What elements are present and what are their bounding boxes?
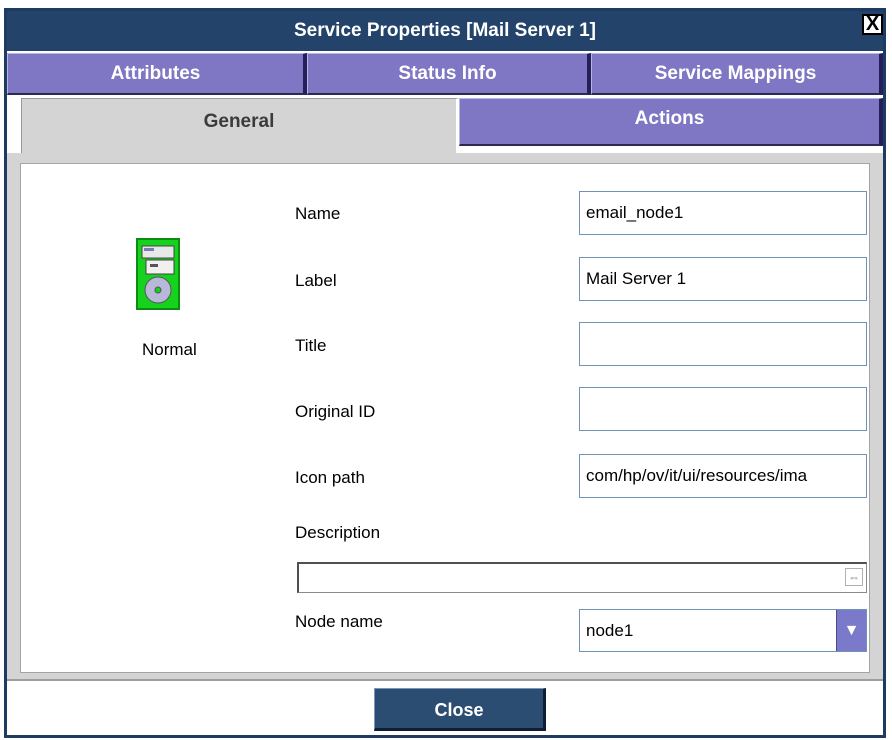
description-field[interactable]: ⇔ [297,562,867,593]
label-field[interactable]: Mail Server 1 [579,257,867,301]
title-field[interactable] [579,322,867,366]
service-properties-dialog: Service Properties [Mail Server 1] X Att… [4,8,886,738]
expand-icon[interactable]: ⇔ [845,568,863,586]
footer-divider [7,679,883,681]
name-field[interactable]: email_node1 [579,191,867,235]
status-label: Normal [142,340,197,359]
node-name-label: Node name [295,612,383,631]
tab-status-info[interactable]: Status Info [307,53,591,95]
dialog-title: Service Properties [Mail Server 1] [293,20,597,41]
label-label: Label [295,271,337,290]
dialog-titlebar: Service Properties [Mail Server 1] X [7,11,883,51]
name-label: Name [295,204,341,223]
tab-actions[interactable]: Actions [459,98,883,146]
original-id-field[interactable] [579,387,867,431]
icon-path-field[interactable]: com/hp/ov/it/ui/resources/ima [579,454,867,498]
chevron-down-icon[interactable]: ▼ [836,610,866,651]
tab-row-top: Attributes Status Info Service Mappings [7,53,883,95]
tab-attributes[interactable]: Attributes [7,53,307,95]
title-label: Title [295,336,327,355]
node-name-value: node1 [586,621,634,640]
close-icon[interactable]: X [862,14,883,35]
server-computer-icon [136,238,180,310]
tab-service-mappings[interactable]: Service Mappings [591,53,883,95]
tab-general[interactable]: General [21,98,459,153]
node-name-select[interactable]: node1 ▼ [579,609,867,652]
close-button[interactable]: Close [374,688,546,731]
original-id-label: Original ID [295,402,376,421]
tab-row-bottom: General Actions [7,98,883,153]
description-label: Description [295,523,381,542]
icon-path-label: Icon path [295,468,365,487]
